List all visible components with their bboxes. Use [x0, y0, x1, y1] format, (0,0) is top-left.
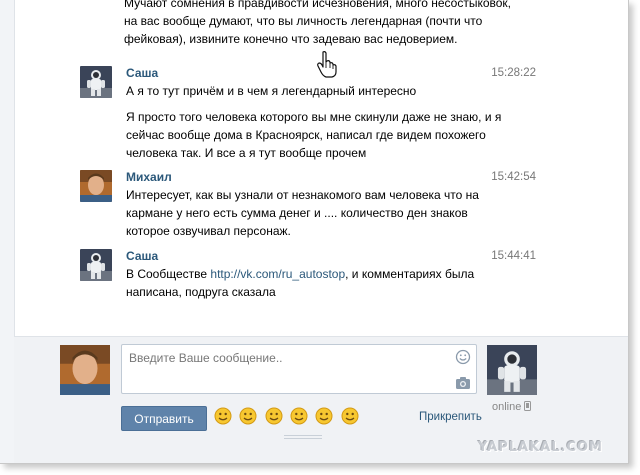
message-line: Я просто того человека которого вы мне с… [126, 110, 502, 124]
message-line: А я то тут причём и в чем я легендарный … [126, 84, 417, 98]
mobile-icon [524, 401, 532, 411]
astronaut-avatar-icon [80, 66, 112, 98]
smiley-icon[interactable] [455, 349, 471, 365]
message-time: 15:28:22 [491, 67, 536, 79]
peer-avatar[interactable] [487, 345, 537, 395]
message-line: Мучают сомнения в правдивости исчезновен… [124, 0, 511, 10]
man-avatar-icon [60, 345, 110, 395]
avatar[interactable] [80, 249, 112, 281]
message-author[interactable]: Саша [126, 248, 158, 264]
scared-emoji-icon[interactable] [290, 407, 308, 425]
astronaut-avatar-icon [80, 249, 112, 281]
message-line: которое озвучивал персонаж. [126, 224, 291, 238]
message-line: В Сообществе http://vk.com/ru_autostop, … [126, 265, 474, 283]
smile-emoji-icon[interactable] [214, 407, 232, 425]
message-author[interactable]: Михаил [126, 169, 172, 185]
online-status: online [492, 401, 532, 413]
site-watermark: YAPLAKAL.COM [478, 440, 603, 455]
message-author[interactable]: Саша [126, 65, 158, 81]
community-link[interactable]: http://vk.com/ru_autostop [210, 267, 345, 281]
man-avatar-icon [80, 170, 112, 202]
message-time: 15:44:41 [491, 250, 536, 262]
message-time: 15:42:54 [491, 171, 536, 183]
message-body: Я просто того человека которого вы мне с… [126, 108, 501, 162]
message-text: , и комментариях была [345, 267, 475, 281]
happy-emoji-icon[interactable] [315, 407, 333, 425]
hand-cursor-icon [317, 51, 337, 78]
wink-emoji-icon[interactable] [239, 407, 257, 425]
message-placeholder: Введите Ваше сообщение.. [129, 351, 283, 365]
emoji-bar [214, 407, 363, 427]
send-button[interactable]: Отправить [121, 406, 207, 431]
attach-link[interactable]: Прикрепить [419, 411, 482, 423]
message-line: на вас вообще думают, что вы личность ле… [124, 14, 483, 28]
left-panel-edge [0, 0, 15, 463]
message-line: Интересует, как вы узнали от незнакомого… [126, 188, 479, 202]
message-line: сейчас вообще дома в Красноярск, написал… [126, 128, 486, 142]
message-line: кармане у него есть сумма денег и .... к… [126, 206, 468, 220]
message-history[interactable]: Мучают сомнения в правдивости исчезновен… [14, 0, 628, 330]
message-body: В Сообществе http://vk.com/ru_autostop, … [126, 265, 474, 301]
my-avatar[interactable] [60, 345, 110, 395]
message-line: фейковая), извините конечно что задеваю … [124, 32, 458, 46]
camera-icon[interactable] [455, 376, 471, 390]
avatar[interactable] [80, 66, 112, 98]
online-label: online [492, 401, 522, 413]
message-line: написана, подруга сказала [126, 285, 276, 299]
message-input[interactable]: Введите Ваше сообщение.. [121, 344, 477, 394]
avatar[interactable] [80, 170, 112, 202]
resize-handle-icon[interactable] [282, 434, 324, 440]
message-text: В Сообществе [126, 267, 211, 281]
message-line: человека так. И все а я тут вообще проче… [126, 146, 367, 160]
message-body: Мучают сомнения в правдивости исчезновен… [124, 0, 511, 48]
message-body: Интересует, как вы узнали от незнакомого… [126, 186, 479, 240]
astronaut-avatar-icon [487, 345, 537, 395]
grin-emoji-icon[interactable] [265, 407, 283, 425]
sad-emoji-icon[interactable] [341, 407, 359, 425]
message-body: А я то тут причём и в чем я легендарный … [126, 82, 416, 100]
dialog-window: Мучают сомнения в правдивости исчезновен… [0, 0, 629, 464]
